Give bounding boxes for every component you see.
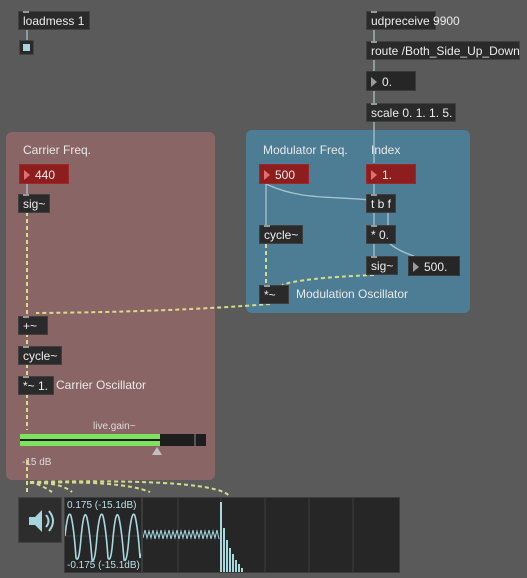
carrier-sig-object[interactable]: sig~ — [18, 194, 50, 213]
carrier-freq-number[interactable]: 440 — [19, 164, 69, 184]
carrier-freq-value: 440 — [35, 168, 56, 182]
toggle-indicator — [23, 44, 30, 51]
trigger-object[interactable]: t b f — [366, 194, 396, 213]
carrier-oscillator-comment: Carrier Oscillator — [56, 378, 147, 392]
gain-handle-icon[interactable] — [152, 447, 162, 455]
plus-signal-object[interactable]: +~ — [18, 316, 48, 335]
modulator-freq-title: Modulator Freq. — [263, 143, 348, 157]
route-number-box[interactable]: 0. — [366, 71, 416, 91]
modulation-oscillator-comment: Modulation Oscillator — [296, 287, 409, 301]
carrier-freq-title: Carrier Freq. — [23, 143, 92, 157]
index-title: Index — [371, 143, 401, 157]
ezdac-button[interactable] — [18, 497, 62, 543]
index-mult-object[interactable]: * 0. — [366, 225, 396, 244]
number-arrow-icon — [24, 170, 30, 180]
index-number[interactable]: 1. — [366, 164, 416, 184]
toggle-check[interactable] — [19, 40, 34, 55]
loadmess-object[interactable]: loadmess 1 — [18, 11, 90, 30]
scope-max-label: 0.175 (-15.1dB) — [67, 500, 137, 511]
modulator-freq-number[interactable]: 500 — [259, 164, 309, 184]
modulator-cycle-object[interactable]: cycle~ — [259, 225, 303, 244]
modulator-freq-value: 500 — [275, 168, 296, 182]
gain-meter-tick — [194, 434, 196, 446]
modulator-times-object[interactable]: *~ — [259, 285, 289, 304]
carrier-cycle-object[interactable]: cycle~ — [18, 346, 62, 365]
udpreceive-object[interactable]: udpreceive 9900 — [366, 11, 460, 30]
index-sig-object[interactable]: sig~ — [366, 256, 398, 275]
route-number-value: 0. — [382, 75, 393, 89]
live-gain-slider[interactable] — [20, 434, 206, 446]
gain-db-readout: -15 dB — [22, 457, 52, 468]
speaker-icon — [29, 510, 54, 532]
index-value: 1. — [382, 168, 393, 182]
index-out-value: 500. — [424, 260, 448, 274]
spectrum-display[interactable] — [142, 497, 400, 573]
scale-object[interactable]: scale 0. 1. 1. 5. — [366, 103, 456, 122]
number-arrow-icon — [264, 170, 270, 180]
carrier-times-object[interactable]: *~ 1. — [18, 376, 54, 395]
index-out-number[interactable]: 500. — [408, 256, 460, 276]
number-arrow-icon — [371, 170, 377, 180]
number-arrow-icon — [371, 77, 377, 87]
live-gain-label: live.gain~ — [93, 421, 136, 432]
gain-meter-divider — [20, 439, 206, 441]
number-arrow-icon — [413, 262, 419, 272]
spectrum-plot — [143, 498, 354, 572]
scope-min-label: -0.175 (-15.1dB) — [67, 560, 140, 571]
oscilloscope-display[interactable]: 0.175 (-15.1dB) -0.175 (-15.1dB) — [64, 497, 142, 573]
route-object[interactable]: route /Both_Side_Up_Down — [366, 41, 520, 60]
